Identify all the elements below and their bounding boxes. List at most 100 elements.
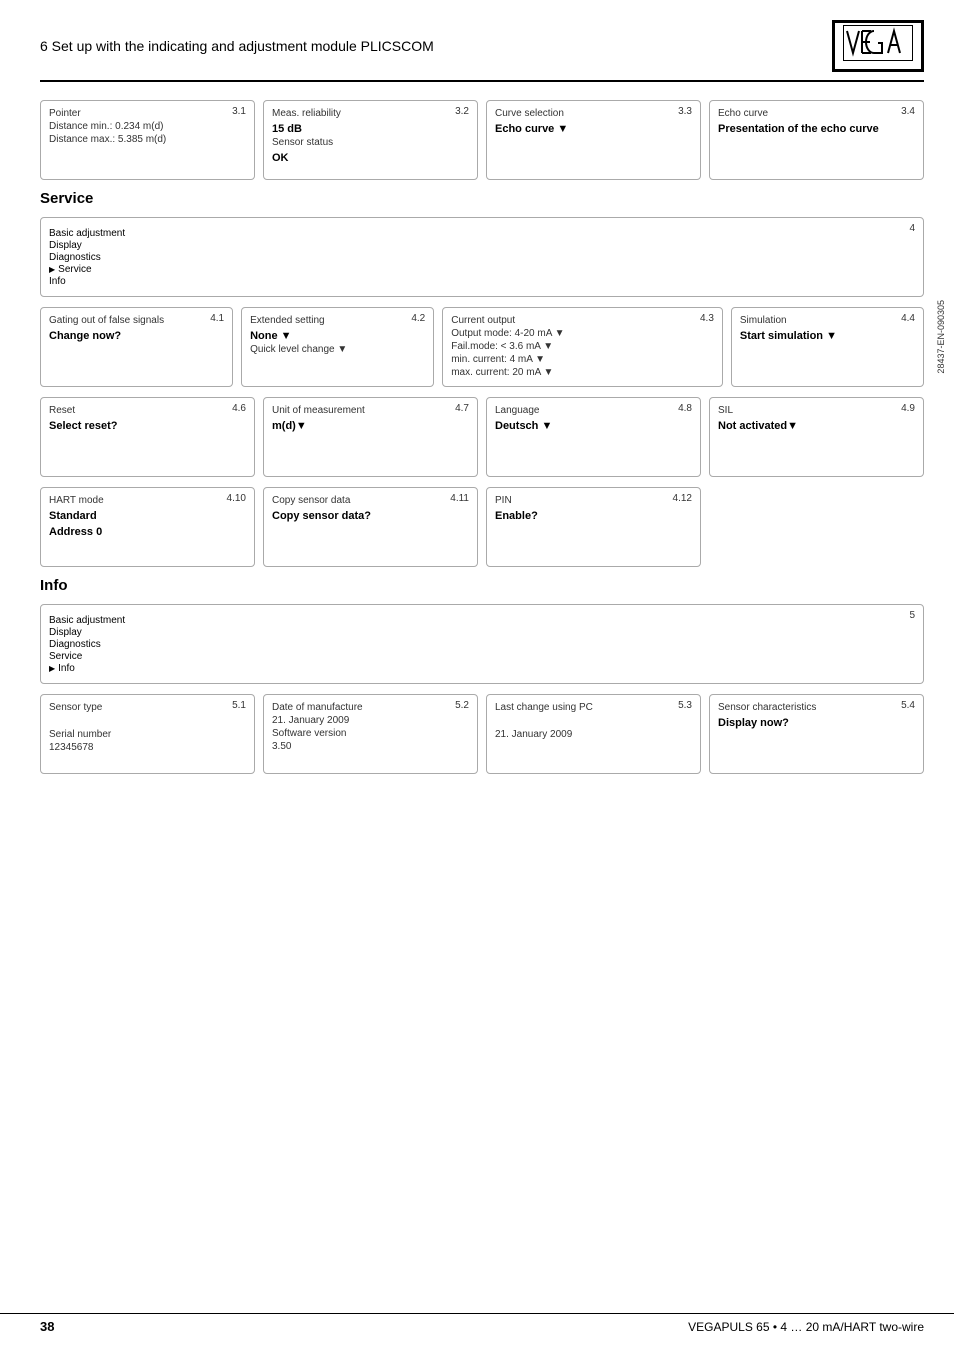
fail-mode[interactable]: Fail.mode: < 3.6 mA ▼	[451, 341, 714, 352]
current-output-box: Current output 4.3 Output mode: 4-20 mA …	[442, 307, 723, 387]
info-menu-diagnostics[interactable]: Diagnostics	[49, 639, 915, 650]
copy-sensor-label: Copy sensor data	[272, 495, 350, 506]
pin-box: PIN 4.12 Enable?	[486, 487, 701, 567]
meas-reliability-number: 3.2	[455, 106, 469, 117]
curve-selection-box: Curve selection 3.3 Echo curve ▼	[486, 100, 701, 180]
info-menu-box: 5 Basic adjustment Display Diagnostics S…	[40, 604, 924, 684]
hart-mode-value[interactable]: Standard	[49, 510, 246, 522]
unit-measurement-number: 4.7	[455, 403, 469, 414]
info-menu-info[interactable]: Info	[49, 663, 915, 674]
service-row-1: Gating out of false signals 4.1 Change n…	[40, 307, 924, 387]
info-boxes-row: Sensor type 5.1 Serial number 12345678 D…	[40, 694, 924, 774]
menu-info[interactable]: Info	[49, 276, 915, 287]
reset-box: Reset 4.6 Select reset?	[40, 397, 255, 477]
output-mode[interactable]: Output mode: 4-20 mA ▼	[451, 328, 714, 339]
software-version-value: 3.50	[272, 741, 469, 752]
gating-box: Gating out of false signals 4.1 Change n…	[40, 307, 233, 387]
menu-display[interactable]: Display	[49, 240, 915, 251]
sil-box: SIL 4.9 Not activated▼	[709, 397, 924, 477]
simulation-label: Simulation	[740, 315, 787, 326]
reset-number: 4.6	[232, 403, 246, 414]
current-output-label: Current output	[451, 315, 515, 326]
gating-label: Gating out of false signals	[49, 315, 164, 326]
sensor-type-label: Sensor type	[49, 702, 102, 713]
page-header: 6 Set up with the indicating and adjustm…	[40, 20, 924, 82]
sensor-status-label: Sensor status	[272, 137, 469, 148]
date-manufacture-box: Date of manufacture 5.2 21. January 2009…	[263, 694, 478, 774]
min-current[interactable]: min. current: 4 mA ▼	[451, 354, 714, 365]
last-change-number: 5.3	[678, 700, 692, 711]
simulation-number: 4.4	[901, 313, 915, 324]
service-menu-list: Basic adjustment Display Diagnostics Ser…	[49, 228, 915, 287]
vega-logo	[832, 20, 924, 72]
meas-reliability-value: 15 dB	[272, 123, 469, 135]
max-current[interactable]: max. current: 20 mA ▼	[451, 367, 714, 378]
curve-selection-label: Curve selection	[495, 108, 564, 119]
language-box: Language 4.8 Deutsch ▼	[486, 397, 701, 477]
info-menu-number: 5	[909, 610, 915, 621]
hart-mode-box: HART mode 4.10 Standard Address 0	[40, 487, 255, 567]
page: 6 Set up with the indicating and adjustm…	[0, 0, 954, 1354]
sil-value[interactable]: Not activated▼	[718, 420, 915, 432]
sil-number: 4.9	[901, 403, 915, 414]
pin-number: 4.12	[673, 493, 692, 504]
gating-value[interactable]: Change now?	[49, 330, 224, 342]
sensor-status-value: OK	[272, 152, 469, 164]
footer-page-number: 38	[40, 1319, 54, 1334]
sensor-characteristics-value[interactable]: Display now?	[718, 717, 915, 729]
extended-setting-label: Extended setting	[250, 315, 325, 326]
menu-diagnostics[interactable]: Diagnostics	[49, 252, 915, 263]
unit-measurement-value[interactable]: m(d)▼	[272, 420, 469, 432]
last-change-box: Last change using PC 5.3 21. January 200…	[486, 694, 701, 774]
language-value[interactable]: Deutsch ▼	[495, 420, 692, 432]
date-manufacture-label: Date of manufacture	[272, 702, 363, 713]
info-menu-basic-adjustment[interactable]: Basic adjustment	[49, 615, 915, 626]
language-number: 4.8	[678, 403, 692, 414]
pin-label: PIN	[495, 495, 512, 506]
info-menu-list: Basic adjustment Display Diagnostics Ser…	[49, 615, 915, 674]
pointer-distance-min: Distance min.: 0.234 m(d)	[49, 121, 246, 132]
menu-basic-adjustment[interactable]: Basic adjustment	[49, 228, 915, 239]
echo-curve-value: Presentation of the echo curve	[718, 123, 915, 135]
pin-value[interactable]: Enable?	[495, 510, 692, 522]
echo-curve-box: Echo curve 3.4 Presentation of the echo …	[709, 100, 924, 180]
serial-number-label: Serial number	[49, 729, 246, 740]
extended-setting-value[interactable]: None ▼	[250, 330, 425, 342]
pointer-distance-max: Distance max.: 5.385 m(d)	[49, 134, 246, 145]
sensor-characteristics-box: Sensor characteristics 5.4 Display now?	[709, 694, 924, 774]
simulation-value[interactable]: Start simulation ▼	[740, 330, 915, 342]
echo-curve-label: Echo curve	[718, 108, 768, 119]
unit-measurement-label: Unit of measurement	[272, 405, 365, 416]
service-menu-box: 4 Basic adjustment Display Diagnostics S…	[40, 217, 924, 297]
extended-setting-number: 4.2	[411, 313, 425, 324]
page-title: 6 Set up with the indicating and adjustm…	[40, 38, 434, 54]
extended-setting-box: Extended setting 4.2 None ▼ Quick level …	[241, 307, 434, 387]
menu-service[interactable]: Service	[49, 264, 915, 275]
meas-reliability-label: Meas. reliability	[272, 108, 341, 119]
echo-curve-number: 3.4	[901, 106, 915, 117]
date-manufacture-number: 5.2	[455, 700, 469, 711]
hart-mode-label: HART mode	[49, 495, 104, 506]
sensor-characteristics-number: 5.4	[901, 700, 915, 711]
simulation-box: Simulation 4.4 Start simulation ▼	[731, 307, 924, 387]
curve-selection-value[interactable]: Echo curve ▼	[495, 123, 692, 135]
copy-sensor-number: 4.11	[450, 493, 469, 504]
info-menu-service[interactable]: Service	[49, 651, 915, 662]
copy-sensor-value[interactable]: Copy sensor data?	[272, 510, 469, 522]
info-menu-display[interactable]: Display	[49, 627, 915, 638]
copy-sensor-box: Copy sensor data 4.11 Copy sensor data?	[263, 487, 478, 567]
service-row-3: HART mode 4.10 Standard Address 0 Copy s…	[40, 487, 924, 567]
extended-setting-sub[interactable]: Quick level change ▼	[250, 344, 425, 355]
reset-value[interactable]: Select reset?	[49, 420, 246, 432]
last-change-value: 21. January 2009	[495, 729, 692, 740]
software-version-label: Software version	[272, 728, 469, 739]
service-row-2: Reset 4.6 Select reset? Unit of measurem…	[40, 397, 924, 477]
pointer-label: Pointer	[49, 108, 81, 119]
measurement-row: Pointer 3.1 Distance min.: 0.234 m(d) Di…	[40, 100, 924, 180]
language-label: Language	[495, 405, 540, 416]
meas-reliability-box: Meas. reliability 3.2 15 dB Sensor statu…	[263, 100, 478, 180]
serial-number-value: 12345678	[49, 742, 246, 753]
unit-measurement-box: Unit of measurement 4.7 m(d)▼	[263, 397, 478, 477]
curve-selection-number: 3.3	[678, 106, 692, 117]
service-menu-number: 4	[909, 223, 915, 234]
